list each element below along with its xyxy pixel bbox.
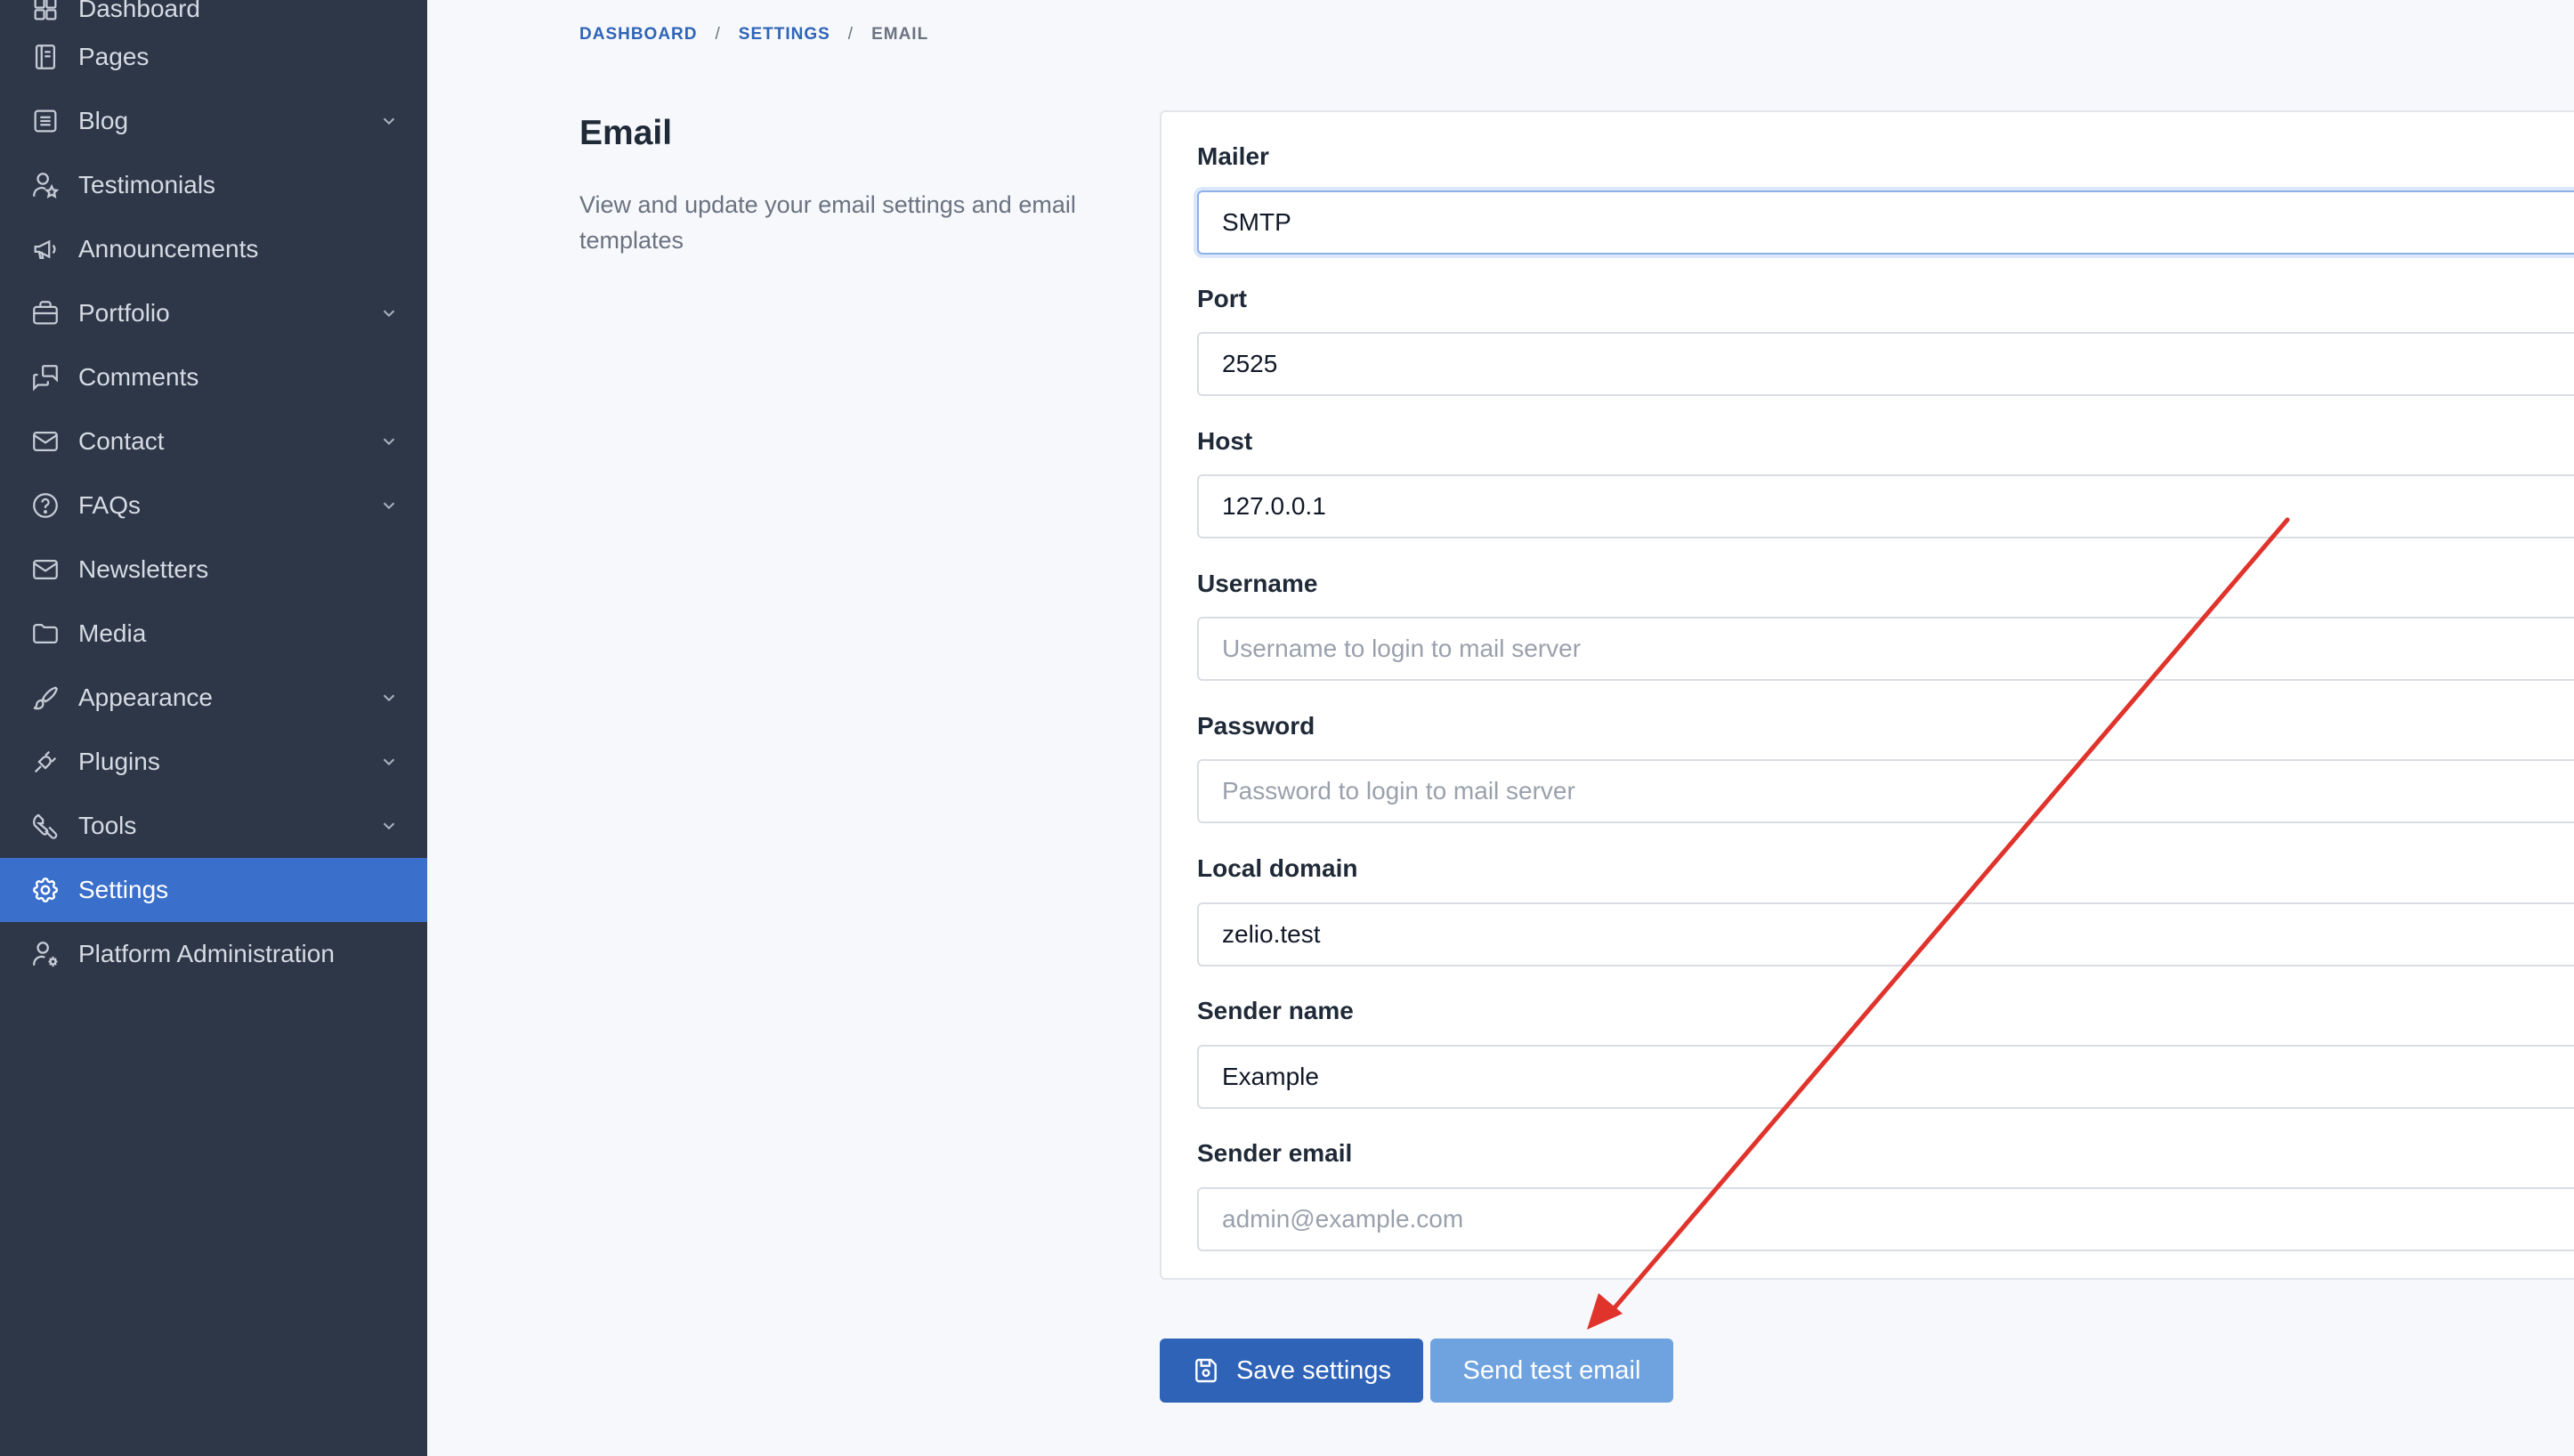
sidebar-item-testimonials[interactable]: Testimonials: [0, 153, 427, 217]
sidebar-item-label: Tools: [78, 812, 137, 839]
dashboard-icon: [30, 0, 61, 24]
plug-icon: [30, 747, 61, 777]
mailer-selected-value: SMTP: [1222, 208, 1291, 236]
sidebar-item-label: Blog: [78, 107, 129, 134]
sidebar-item-settings[interactable]: Settings: [0, 858, 427, 922]
brush-icon: [30, 683, 61, 713]
sender-email-label: Sender email: [1197, 1139, 1353, 1167]
comments-icon: [30, 362, 61, 392]
host-label: Host: [1197, 427, 1253, 455]
sidebar-item-label: Platform Administration: [78, 940, 335, 967]
username-input[interactable]: [1197, 617, 2574, 681]
sidebar-item-portfolio[interactable]: Portfolio: [0, 281, 427, 345]
sidebar-item-label: Appearance: [78, 684, 214, 711]
sidebar-item-label: FAQs: [78, 491, 142, 519]
mailer-select[interactable]: SMTP: [1197, 190, 2574, 255]
host-input[interactable]: [1197, 474, 2574, 538]
sidebar-item-newsletters[interactable]: Newsletters: [0, 538, 427, 602]
sidebar-item-appearance[interactable]: Appearance: [0, 666, 427, 730]
sidebar-item-comments[interactable]: Comments: [0, 345, 427, 409]
chevron-down-icon[interactable]: [379, 752, 399, 772]
chevron-down-icon[interactable]: [379, 688, 399, 708]
help-circle-icon: [30, 490, 61, 521]
book-icon: [30, 42, 61, 72]
send-test-email-button[interactable]: Send test email: [1430, 1339, 1673, 1403]
save-settings-button[interactable]: Save settings: [1160, 1339, 1423, 1403]
save-settings-label: Save settings: [1235, 1355, 1392, 1385]
tools-icon: [30, 811, 61, 841]
sidebar-item-pages[interactable]: Pages: [0, 25, 427, 89]
user-star-icon: [30, 170, 61, 200]
breadcrumb-current: EMAIL: [871, 25, 929, 44]
annotation-arrow-head: [1587, 1293, 1623, 1330]
send-test-email-label: Send test email: [1462, 1355, 1641, 1385]
sidebar-item-label: Testimonials: [78, 171, 216, 198]
sidebar-item-label: Pages: [78, 43, 150, 70]
mailer-label: Mailer: [1197, 142, 1269, 170]
password-input[interactable]: [1197, 759, 2574, 823]
port-label: Port: [1197, 285, 1247, 312]
local-domain-input[interactable]: [1197, 902, 2574, 967]
sidebar-item-label: Comments: [78, 363, 199, 391]
sidebar-item-label: Media: [78, 619, 147, 647]
sidebar-item-blog[interactable]: Blog: [0, 89, 427, 153]
chevron-down-icon[interactable]: [379, 303, 399, 323]
mail-icon: [30, 426, 61, 457]
sidebar-item-label: Settings: [78, 876, 169, 903]
sidebar: Dashboard Pages Blog Testimonials Announ…: [0, 0, 427, 1456]
breadcrumb-separator: /: [847, 25, 854, 44]
section-description: View and update your email settings and …: [579, 191, 1076, 254]
breadcrumb-settings[interactable]: SETTINGS: [739, 25, 830, 44]
chevron-down-icon[interactable]: [379, 816, 399, 836]
sidebar-item-label: Contact: [78, 427, 165, 455]
floppy-disk-icon: [1192, 1356, 1220, 1385]
page-title: Email: [579, 114, 673, 152]
sidebar-item-label: Dashboard: [78, 0, 200, 22]
sidebar-item-announcements[interactable]: Announcements: [0, 217, 427, 281]
sidebar-item-contact[interactable]: Contact: [0, 409, 427, 473]
sidebar-item-label: Portfolio: [78, 299, 170, 327]
folder-icon: [30, 619, 61, 649]
megaphone-icon: [30, 234, 61, 264]
briefcase-icon: [30, 298, 61, 328]
user-cog-icon: [30, 939, 61, 969]
sidebar-item-tools[interactable]: Tools: [0, 794, 427, 858]
sender-email-input[interactable]: [1197, 1187, 2574, 1251]
sidebar-item-media[interactable]: Media: [0, 602, 427, 666]
sidebar-item-platform-administration[interactable]: Platform Administration: [0, 922, 427, 986]
mail-icon: [30, 554, 61, 585]
breadcrumb-dashboard[interactable]: DASHBOARD: [579, 25, 698, 44]
local-domain-label: Local domain: [1197, 854, 1358, 882]
username-label: Username: [1197, 570, 1318, 597]
chevron-down-icon[interactable]: [379, 111, 399, 131]
sidebar-item-label: Plugins: [78, 748, 160, 775]
breadcrumb: DASHBOARD / SETTINGS / EMAIL: [579, 25, 928, 44]
sidebar-item-plugins[interactable]: Plugins: [0, 730, 427, 794]
gear-icon: [30, 875, 61, 905]
chevron-down-icon[interactable]: [379, 496, 399, 515]
port-input[interactable]: [1197, 332, 2574, 396]
sidebar-item-label: Newsletters: [78, 555, 209, 583]
sidebar-item-label: Announcements: [78, 235, 259, 263]
breadcrumb-separator: /: [715, 25, 721, 44]
chevron-down-icon[interactable]: [379, 432, 399, 451]
sidebar-item-faqs[interactable]: FAQs: [0, 473, 427, 538]
sender-name-input[interactable]: [1197, 1045, 2574, 1109]
password-label: Password: [1197, 712, 1315, 740]
list-icon: [30, 106, 61, 136]
sender-name-label: Sender name: [1197, 997, 1354, 1024]
